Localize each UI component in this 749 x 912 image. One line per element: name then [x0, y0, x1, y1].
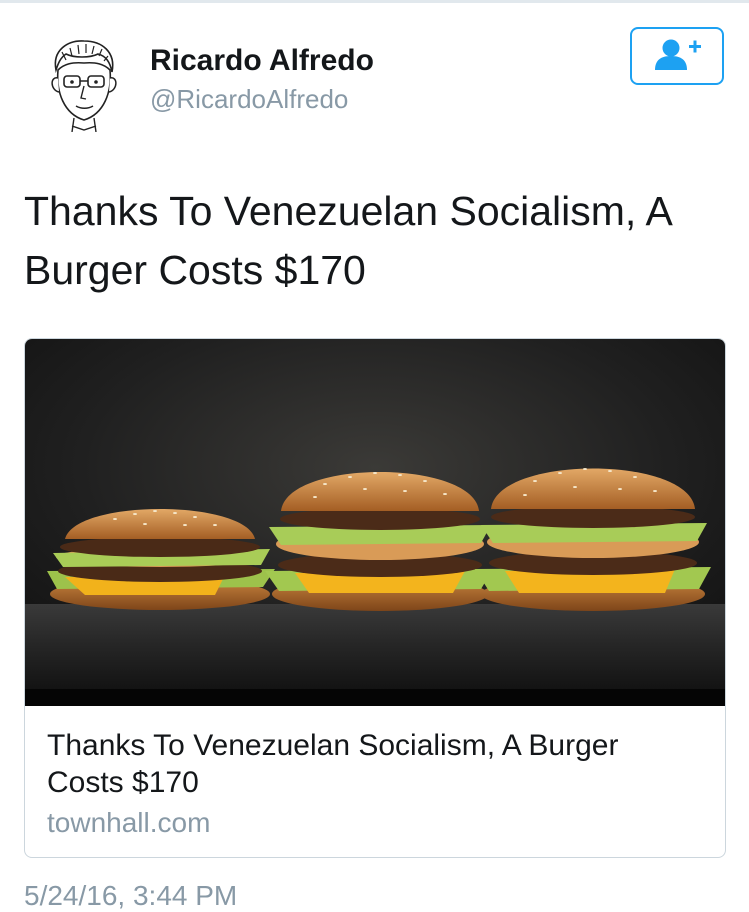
- add-user-icon: [655, 39, 701, 70]
- tweet-timestamp[interactable]: 5/24/16, 3:44 PM: [24, 880, 237, 912]
- burger-small: [47, 509, 275, 610]
- tweet-text: Thanks To Venezuelan Socialism, A Burger…: [24, 188, 671, 293]
- card-title[interactable]: Thanks To Venezuelan Socialism, A Burger…: [47, 727, 697, 801]
- card-image[interactable]: [25, 339, 725, 706]
- top-divider: [0, 0, 749, 3]
- burger-large: [475, 468, 711, 611]
- author-handle[interactable]: @RicardoAlfredo: [150, 84, 348, 115]
- link-card[interactable]: Thanks To Venezuelan Socialism, A Burger…: [24, 338, 726, 858]
- author-name[interactable]: Ricardo Alfredo: [150, 44, 374, 78]
- avatar[interactable]: [44, 36, 124, 132]
- burger-medium: [265, 472, 493, 611]
- follow-button[interactable]: [630, 27, 724, 85]
- card-domain[interactable]: townhall.com: [47, 807, 210, 839]
